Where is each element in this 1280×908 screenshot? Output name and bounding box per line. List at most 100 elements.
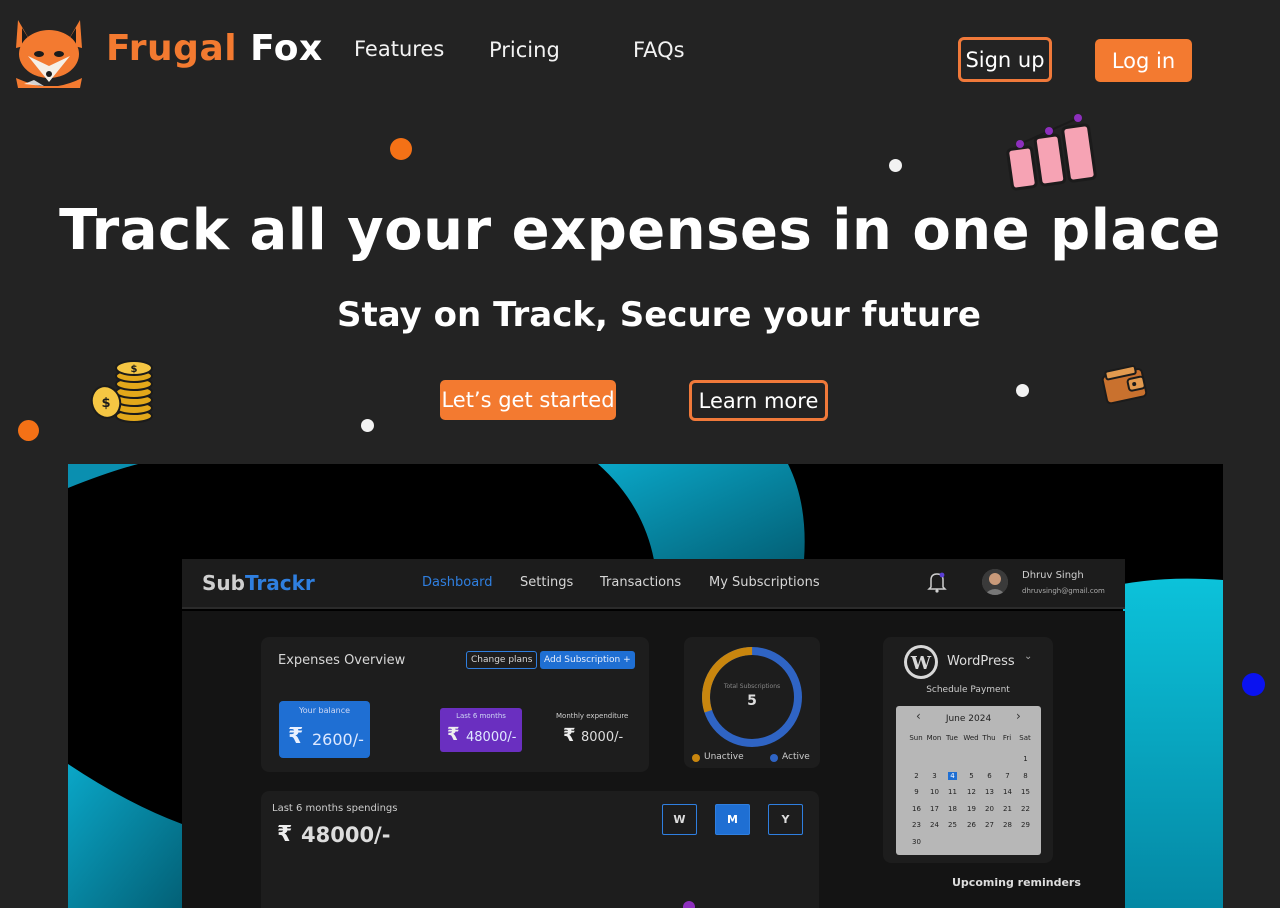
calendar-day[interactable]: 12 <box>967 788 976 796</box>
get-started-button[interactable]: Let’s get started <box>440 380 616 420</box>
balance-label: Your balance <box>298 706 351 715</box>
period-week-button[interactable]: W <box>662 804 697 835</box>
calendar-day[interactable]: 9 <box>912 788 921 796</box>
legend-active-swatch <box>770 754 778 762</box>
six-months-value: 48000/- <box>466 730 517 745</box>
monthly-expenditure-label: Monthly expenditure <box>556 712 629 720</box>
calendar-day[interactable]: 19 <box>967 805 976 813</box>
calendar-weekday: Sat <box>1019 734 1031 742</box>
avatar[interactable] <box>982 569 1008 595</box>
rupee-icon: ₹ <box>563 725 576 746</box>
wordpress-icon[interactable]: W <box>903 644 939 680</box>
signup-button[interactable]: Sign up <box>958 37 1052 82</box>
learn-more-button[interactable]: Learn more <box>689 380 828 421</box>
calendar-day[interactable]: 18 <box>948 805 957 813</box>
calendar-day[interactable]: 21 <box>1003 805 1012 813</box>
calendar-weekday: Fri <box>1002 734 1012 742</box>
total-subscriptions-label: Total Subscriptions <box>723 683 781 690</box>
app-nav-my-subscriptions[interactable]: My Subscriptions <box>709 575 820 590</box>
wallet-icon <box>1100 362 1150 406</box>
calendar-day[interactable]: 2 <box>912 772 921 780</box>
app-logo[interactable]: SubTrackr <box>202 571 315 595</box>
bell-icon[interactable] <box>927 571 947 593</box>
calendar-weekday: Mon <box>926 734 942 742</box>
app-nav-transactions[interactable]: Transactions <box>600 575 681 590</box>
calendar-day[interactable]: 28 <box>1003 821 1012 829</box>
coins-icon: $ $ <box>88 356 158 426</box>
calendar-day[interactable]: 14 <box>1003 788 1012 796</box>
schedule-payment-label: Schedule Payment <box>926 685 1010 695</box>
calendar-day[interactable]: 16 <box>912 805 921 813</box>
user-email: dhruvsingh@gmail.com <box>1022 587 1105 595</box>
six-months-card: Last 6 months ₹ 48000/- <box>440 708 522 752</box>
nav-link-pricing[interactable]: Pricing <box>489 38 560 62</box>
expenses-overview-title: Expenses Overview <box>278 653 406 668</box>
spendings-value: 48000/- <box>301 823 391 847</box>
calendar-day[interactable]: 7 <box>1003 772 1012 780</box>
rupee-icon: ₹ <box>447 724 460 745</box>
app-logo-part1: Sub <box>202 571 245 595</box>
calendar-day[interactable]: 17 <box>930 805 939 813</box>
app-logo-part2: Trackr <box>244 571 315 595</box>
chart-point <box>683 901 695 908</box>
rupee-icon: ₹ <box>288 724 304 749</box>
orange-dot-decoration <box>18 420 39 441</box>
app-header: SubTrackr Dashboard Settings Transaction… <box>182 559 1125 609</box>
blue-dot-decoration <box>1242 673 1265 696</box>
brand-name-part1: Frugal <box>106 28 238 69</box>
white-dot-decoration <box>1016 384 1029 397</box>
calendar-day[interactable]: 22 <box>1021 805 1030 813</box>
subscriptions-donut-card: Total Subscriptions 5 Unactive Active <box>684 637 820 768</box>
calendar-day[interactable]: 10 <box>930 788 939 796</box>
legend-active-label: Active <box>782 752 810 762</box>
legend-inactive-label: Unactive <box>704 752 744 762</box>
white-dot-decoration <box>889 159 902 172</box>
white-dot-decoration <box>361 419 374 432</box>
calendar-day[interactable]: 24 <box>930 821 939 829</box>
app-nav-settings[interactable]: Settings <box>520 575 573 590</box>
nav-link-faqs[interactable]: FAQs <box>633 38 685 62</box>
period-month-button[interactable]: M <box>715 804 750 835</box>
calendar-day[interactable]: 27 <box>985 821 994 829</box>
calendar-day[interactable]: 1 <box>1021 755 1030 763</box>
calendar-day[interactable]: 23 <box>912 821 921 829</box>
calendar-day[interactable]: 3 <box>930 772 939 780</box>
calendar-day[interactable]: 25 <box>948 821 957 829</box>
monthly-expenditure-value: 8000/- <box>581 730 624 745</box>
total-subscriptions-value: 5 <box>747 693 757 709</box>
calendar-day[interactable]: 30 <box>912 838 921 846</box>
calendar-day[interactable]: 6 <box>985 772 994 780</box>
add-subscription-button[interactable]: Add Subscription + <box>540 651 635 669</box>
calendar-weekday: Tue <box>946 734 958 742</box>
calendar-day[interactable]: 15 <box>1021 788 1030 796</box>
calendar-weekday: Wed <box>963 734 979 742</box>
spendings-label: Last 6 months spendings <box>272 803 398 814</box>
nav-link-features[interactable]: Features <box>354 37 444 61</box>
fox-logo-icon[interactable] <box>10 14 88 90</box>
service-name[interactable]: WordPress <box>947 654 1015 669</box>
calendar-day[interactable]: 4 <box>948 771 957 780</box>
upcoming-reminders-label: Upcoming reminders <box>952 876 1081 889</box>
change-plans-button[interactable]: Change plans <box>466 651 538 669</box>
calendar-day[interactable]: 13 <box>985 788 994 796</box>
brand-name-part2: Fox <box>250 28 323 69</box>
calendar-day[interactable]: 8 <box>1021 772 1030 780</box>
svg-text:$: $ <box>131 364 138 375</box>
login-button[interactable]: Log in <box>1095 39 1192 82</box>
chevron-down-icon[interactable]: ⌄ <box>1024 651 1032 662</box>
calendar-grid: Sun Mon Tue Wed Thu Fri Sat 1 2 3 4 5 6 7 8 9 10 11 12 13 14… <box>896 706 1041 855</box>
balance-card: Your balance ₹ 2600/- <box>279 701 370 758</box>
rupee-icon: ₹ <box>277 822 293 847</box>
expenses-overview-card: Expenses Overview Change plans Add Subsc… <box>261 637 649 772</box>
calendar-day[interactable]: 26 <box>967 821 976 829</box>
calendar-weekday: Sun <box>909 734 923 742</box>
calendar-day[interactable]: 5 <box>967 772 976 780</box>
six-months-label: Last 6 months <box>456 712 506 720</box>
period-year-button[interactable]: Y <box>768 804 803 835</box>
balance-value: 2600/- <box>312 730 364 749</box>
calendar-day[interactable]: 29 <box>1021 821 1030 829</box>
calendar-day[interactable]: 20 <box>985 805 994 813</box>
brand-name[interactable]: Frugal Fox <box>106 28 323 69</box>
app-nav-dashboard[interactable]: Dashboard <box>422 575 493 590</box>
calendar-day[interactable]: 11 <box>948 788 957 796</box>
